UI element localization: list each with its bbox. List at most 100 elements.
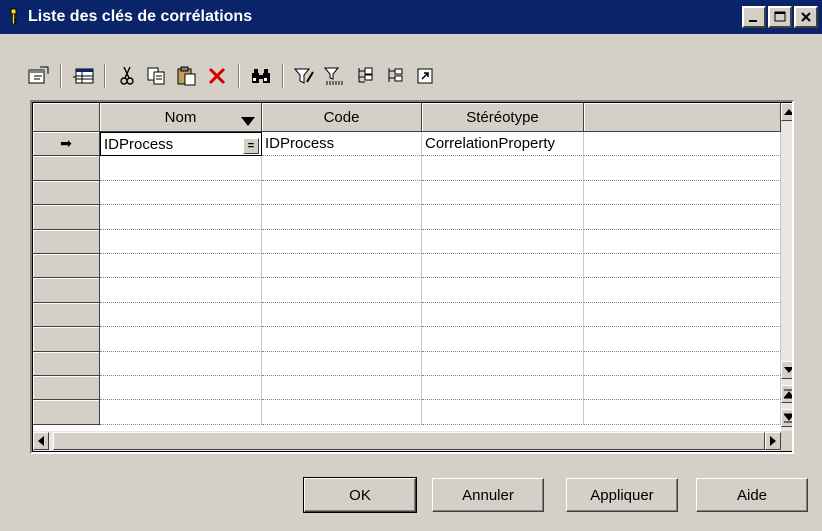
scrollbar-corner bbox=[781, 431, 792, 451]
cell-stereotype[interactable] bbox=[422, 327, 584, 352]
column-header-stereotype[interactable]: Stéréotype bbox=[422, 103, 584, 132]
paste-icon[interactable] bbox=[172, 61, 202, 91]
row-header[interactable] bbox=[33, 254, 100, 279]
cell-code[interactable] bbox=[262, 278, 422, 303]
toolbar-separator bbox=[282, 64, 284, 88]
cell-code[interactable] bbox=[262, 351, 422, 376]
cell-nom[interactable] bbox=[100, 278, 262, 303]
cell-code[interactable]: IDProcess bbox=[262, 132, 422, 157]
cell-code[interactable] bbox=[262, 400, 422, 425]
cell-code[interactable] bbox=[262, 376, 422, 401]
horizontal-scrollbar[interactable] bbox=[33, 431, 781, 451]
cell-empty[interactable] bbox=[584, 400, 781, 425]
close-button[interactable] bbox=[794, 6, 818, 28]
column-header-code[interactable]: Code bbox=[262, 103, 422, 132]
row-header[interactable] bbox=[33, 229, 100, 254]
move-up-icon[interactable] bbox=[350, 61, 380, 91]
row-header[interactable] bbox=[33, 351, 100, 376]
cell-nom[interactable] bbox=[100, 205, 262, 230]
cell-code[interactable] bbox=[262, 156, 422, 181]
row-header[interactable] bbox=[33, 156, 100, 181]
row-header[interactable] bbox=[33, 376, 100, 401]
column-header-label: Stéréotype bbox=[466, 108, 539, 126]
name-code-sync-button[interactable]: = bbox=[243, 138, 259, 154]
move-down-icon[interactable] bbox=[380, 61, 410, 91]
cell-nom[interactable] bbox=[100, 254, 262, 279]
cell-nom[interactable] bbox=[100, 376, 262, 401]
cut-icon[interactable] bbox=[112, 61, 142, 91]
column-header-label: Code bbox=[323, 108, 360, 126]
vertical-scrollbar[interactable] bbox=[781, 103, 792, 431]
row-header[interactable] bbox=[33, 205, 100, 230]
cell-stereotype[interactable] bbox=[422, 376, 584, 401]
horizontal-scroll-thumb[interactable] bbox=[53, 432, 765, 450]
cell-empty[interactable] bbox=[584, 132, 781, 157]
row-header[interactable] bbox=[33, 400, 100, 425]
cell-stereotype-text: CorrelationProperty bbox=[425, 135, 556, 153]
cell-nom[interactable]: IDProcess = bbox=[100, 132, 262, 157]
cell-stereotype[interactable] bbox=[422, 278, 584, 303]
cell-empty[interactable] bbox=[584, 278, 781, 303]
toolbar-separator bbox=[60, 64, 62, 88]
cancel-button[interactable]: Annuler bbox=[432, 478, 544, 512]
cell-code[interactable] bbox=[262, 302, 422, 328]
column-header-label: Nom bbox=[164, 108, 197, 126]
help-button[interactable]: Aide bbox=[696, 478, 808, 512]
cell-stereotype[interactable] bbox=[422, 351, 584, 376]
cell-empty[interactable] bbox=[584, 205, 781, 230]
scroll-left-button[interactable] bbox=[33, 432, 49, 450]
cell-empty[interactable] bbox=[584, 302, 781, 328]
column-header-nom[interactable]: Nom bbox=[100, 103, 262, 132]
cell-nom[interactable] bbox=[100, 400, 262, 425]
ok-button[interactable]: OK bbox=[303, 477, 417, 513]
apply-button[interactable]: Appliquer bbox=[566, 478, 678, 512]
find-icon[interactable] bbox=[246, 61, 276, 91]
row-header[interactable]: ➡ bbox=[33, 132, 100, 157]
cell-stereotype[interactable] bbox=[422, 180, 584, 206]
cell-nom[interactable] bbox=[100, 156, 262, 181]
cell-empty[interactable] bbox=[584, 180, 781, 206]
scroll-up-button[interactable] bbox=[781, 103, 792, 121]
customize-icon[interactable] bbox=[410, 61, 440, 91]
sort-down-icon bbox=[241, 113, 255, 130]
cell-stereotype[interactable] bbox=[422, 400, 584, 425]
scroll-right-button[interactable] bbox=[765, 432, 781, 450]
cell-empty[interactable] bbox=[584, 376, 781, 401]
minimize-button[interactable] bbox=[742, 6, 766, 28]
properties-icon[interactable] bbox=[24, 61, 54, 91]
cell-nom[interactable] bbox=[100, 327, 262, 352]
delete-icon[interactable] bbox=[202, 61, 232, 91]
cell-stereotype[interactable]: CorrelationProperty bbox=[422, 132, 584, 157]
scroll-down-button[interactable] bbox=[781, 361, 792, 379]
cell-code[interactable] bbox=[262, 327, 422, 352]
cell-stereotype[interactable] bbox=[422, 229, 584, 254]
cell-empty[interactable] bbox=[584, 327, 781, 352]
cell-empty[interactable] bbox=[584, 254, 781, 279]
row-header[interactable] bbox=[33, 302, 100, 328]
cell-stereotype[interactable] bbox=[422, 302, 584, 328]
cell-empty[interactable] bbox=[584, 229, 781, 254]
cell-code[interactable] bbox=[262, 254, 422, 279]
cell-stereotype[interactable] bbox=[422, 254, 584, 279]
insert-row-icon[interactable] bbox=[68, 61, 98, 91]
copy-icon[interactable] bbox=[142, 61, 172, 91]
row-header[interactable] bbox=[33, 278, 100, 303]
cell-stereotype[interactable] bbox=[422, 156, 584, 181]
cell-nom[interactable] bbox=[100, 302, 262, 328]
cell-code[interactable] bbox=[262, 229, 422, 254]
cell-stereotype[interactable] bbox=[422, 205, 584, 230]
row-header[interactable] bbox=[33, 327, 100, 352]
row-header[interactable] bbox=[33, 180, 100, 206]
filter-list-icon[interactable] bbox=[320, 61, 350, 91]
cell-empty[interactable] bbox=[584, 351, 781, 376]
scroll-bottom-button[interactable] bbox=[781, 409, 792, 427]
filter-icon[interactable] bbox=[290, 61, 320, 91]
cell-nom[interactable] bbox=[100, 180, 262, 206]
cell-empty[interactable] bbox=[584, 156, 781, 181]
cell-code[interactable] bbox=[262, 180, 422, 206]
scroll-top-button[interactable] bbox=[781, 385, 792, 403]
cell-code[interactable] bbox=[262, 205, 422, 230]
cell-nom[interactable] bbox=[100, 351, 262, 376]
cell-nom[interactable] bbox=[100, 229, 262, 254]
maximize-button[interactable] bbox=[768, 6, 792, 28]
